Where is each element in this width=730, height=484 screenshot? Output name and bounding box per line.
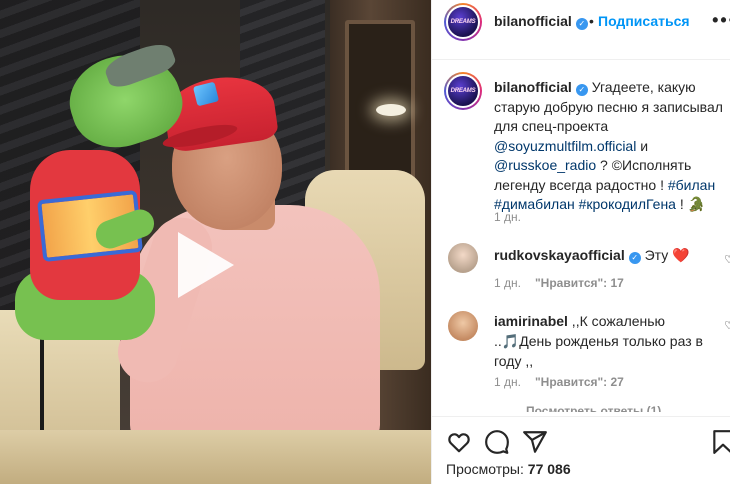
like-comment-icon[interactable]: ♡ xyxy=(724,319,730,332)
header-username[interactable]: bilanofficial xyxy=(494,13,572,29)
comment-likes[interactable]: "Нравится": 27 xyxy=(535,375,624,389)
mention-link[interactable]: @russkoe_radio xyxy=(494,157,596,173)
separator-dot: • xyxy=(589,13,594,29)
comment: rudkovskayaofficial ✓ Эту ❤️ xyxy=(494,245,722,265)
comment-text: Эту xyxy=(640,247,673,263)
play-icon[interactable] xyxy=(178,232,234,298)
caption-avatar[interactable]: DREAMS xyxy=(444,72,482,110)
verified-badge-icon: ✓ xyxy=(575,84,588,96)
view-replies-link[interactable]: Посмотреть ответы (1) xyxy=(526,404,661,412)
views-count[interactable]: Просмотры: 77 086 xyxy=(446,461,571,477)
comment-username[interactable]: rudkovskayaofficial xyxy=(494,247,625,263)
bookmark-icon[interactable] xyxy=(710,429,730,455)
post-caption: bilanofficial ✓ Угадеете, какую старую до… xyxy=(494,78,729,215)
more-options-icon[interactable]: ••• xyxy=(712,10,730,31)
caption-text: ! xyxy=(675,196,688,212)
comment-timestamp[interactable]: 1 дн. xyxy=(494,375,521,389)
ceiling-lamp xyxy=(376,104,406,116)
caption-timestamp[interactable]: 1 дн. xyxy=(494,210,521,224)
avatar-text: DREAMS xyxy=(450,88,476,94)
comment: iamirinabel ,,К сожаленью ..🎵День рожден… xyxy=(494,311,722,371)
post-sidebar: DREAMS bilanofficial✓ • Подписаться ••• … xyxy=(431,0,730,484)
header-username-row: bilanofficial ✓ xyxy=(494,13,588,31)
heart-icon[interactable] xyxy=(446,429,472,455)
share-icon[interactable] xyxy=(522,429,548,455)
views-number: 77 086 xyxy=(527,461,571,477)
hashtag-link[interactable]: #крокодилГена xyxy=(579,196,676,212)
comment-username[interactable]: iamirinabel xyxy=(494,313,568,329)
comment-likes[interactable]: "Нравится": 17 xyxy=(535,276,624,290)
verified-badge-icon: ✓ xyxy=(575,18,588,30)
avatar-text: DREAMS xyxy=(450,19,476,25)
profile-avatar[interactable]: DREAMS xyxy=(444,3,482,41)
comment-avatar[interactable] xyxy=(448,311,478,341)
heart-emoji: ❤️ xyxy=(672,247,690,263)
comment-timestamp[interactable]: 1 дн. xyxy=(494,276,521,290)
crocodile-emoji: 🐊 xyxy=(687,196,706,212)
sofa xyxy=(0,430,431,484)
comment-meta: 1 дн. "Нравится": 17 xyxy=(494,276,624,290)
hashtag-link[interactable]: #билан xyxy=(668,177,715,193)
like-comment-icon[interactable]: ♡ xyxy=(724,253,730,266)
comment-avatar[interactable] xyxy=(448,243,478,273)
mention-link[interactable]: @soyuzmultfilm.official xyxy=(494,138,636,154)
views-label: Просмотры: xyxy=(446,461,524,477)
verified-badge-icon: ✓ xyxy=(628,252,641,264)
comment-meta: 1 дн. "Нравится": 27 xyxy=(494,375,624,389)
follow-button[interactable]: Подписаться xyxy=(598,13,690,29)
comment-icon[interactable] xyxy=(484,429,510,455)
caption-username[interactable]: bilanofficial xyxy=(494,79,572,95)
post-actions-bar: Просмотры: 77 086 xyxy=(432,416,730,484)
caption-text: и xyxy=(636,137,649,154)
video-player[interactable] xyxy=(0,0,431,484)
post-header: DREAMS bilanofficial✓ • Подписаться ••• xyxy=(432,0,730,60)
